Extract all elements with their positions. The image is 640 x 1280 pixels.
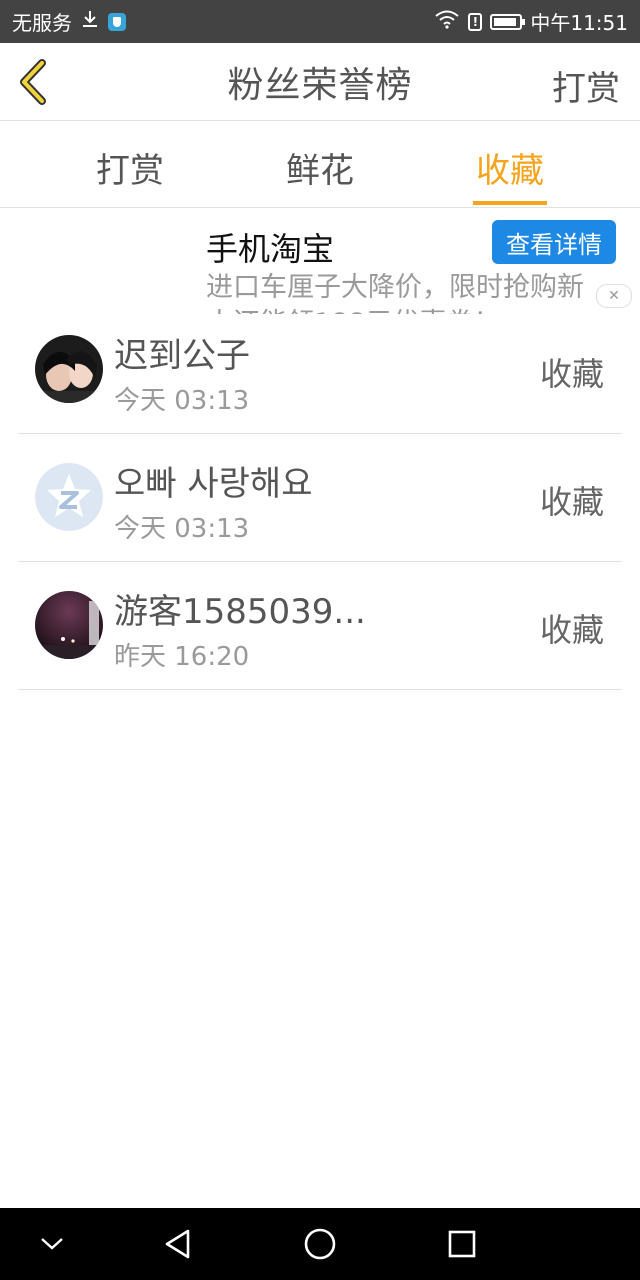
back-button[interactable] — [14, 59, 54, 105]
tab-reward[interactable]: 打赏 — [70, 143, 190, 192]
recents-square-icon[interactable] — [422, 1208, 502, 1280]
battery-icon — [490, 13, 526, 30]
list-item[interactable]: 오빠 사랑해요 今天 03:13 收藏 — [18, 434, 622, 562]
back-triangle-icon[interactable] — [138, 1208, 218, 1280]
favorite-action-label: 收藏 — [539, 483, 604, 521]
list-item[interactable]: 游客1585039... 昨天 16:20 收藏 — [18, 562, 622, 690]
timestamp: 今天 03:13 — [114, 386, 250, 416]
tab-flowers[interactable]: 鲜花 — [260, 143, 380, 192]
avatar — [35, 591, 103, 659]
chevron-left-icon — [20, 59, 46, 105]
favorites-list: 迟到公子 今天 03:13 收藏 오빠 사랑해요 今天 03:13 收藏 游客1… — [18, 306, 622, 690]
chevron-down-icon[interactable] — [12, 1208, 92, 1280]
favorite-action-label: 收藏 — [539, 611, 604, 649]
default-avatar-icon — [35, 463, 103, 531]
active-tab-indicator — [473, 201, 547, 205]
ad-banner[interactable]: 手机淘宝 查看详情 进口车厘子大降价，限时抢购新人还能领188元优惠券！ ✕ — [0, 208, 640, 314]
tab-favorites[interactable]: 收藏 — [450, 143, 570, 192]
wifi-icon — [434, 9, 460, 34]
home-circle-icon[interactable] — [280, 1208, 360, 1280]
status-bar: 无服务 ! 中午11:51 — [0, 0, 640, 43]
page-title: 粉丝荣誉榜 — [227, 64, 413, 106]
ad-details-button[interactable]: 查看详情 — [492, 220, 616, 264]
shield-icon — [108, 12, 126, 31]
reward-button[interactable]: 打赏 — [552, 61, 620, 110]
clock: 中午11:51 — [530, 11, 628, 35]
status-right: ! 中午11:51 — [434, 7, 628, 36]
timestamp: 昨天 16:20 — [114, 642, 250, 672]
download-icon — [80, 9, 100, 34]
alert-icon: ! — [468, 12, 483, 31]
system-nav-bar — [0, 1208, 640, 1280]
avatar — [35, 335, 103, 403]
user-name: 游客1585039... — [114, 592, 366, 632]
list-item[interactable]: 迟到公子 今天 03:13 收藏 — [18, 306, 622, 434]
header: 粉丝荣誉榜 打赏 — [0, 43, 640, 121]
status-left: 无服务 — [12, 7, 126, 36]
tab-bar: 打赏 鲜花 收藏 — [0, 121, 640, 208]
carrier-text: 无服务 — [12, 11, 72, 35]
timestamp: 今天 03:13 — [114, 514, 250, 544]
ad-title: 手机淘宝 — [206, 230, 335, 268]
close-icon: ✕ — [608, 288, 620, 304]
user-name: 오빠 사랑해요 — [114, 464, 313, 504]
user-name: 迟到公子 — [114, 336, 250, 376]
favorite-action-label: 收藏 — [539, 355, 604, 393]
ad-close-button[interactable]: ✕ — [596, 284, 632, 308]
